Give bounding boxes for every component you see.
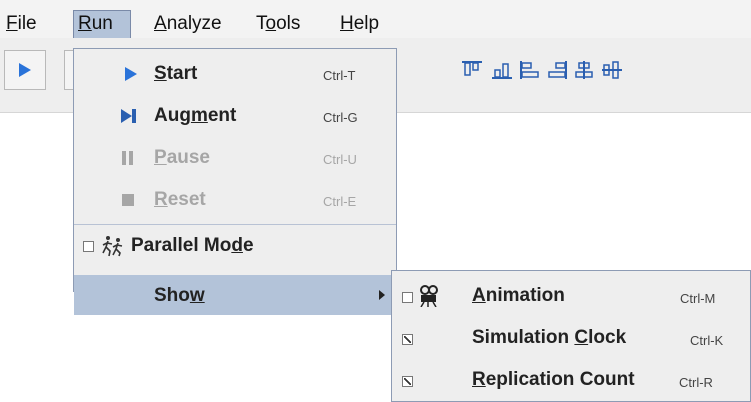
- menu-separator: [74, 224, 396, 225]
- shortcut-label: Ctrl-U: [323, 152, 357, 167]
- stop-icon: [122, 194, 134, 206]
- parallel-mode-checkbox[interactable]: [83, 241, 94, 252]
- align-left-icon[interactable]: [519, 60, 541, 80]
- projector-icon: [420, 285, 438, 307]
- align-center-vertical-icon[interactable]: [601, 60, 623, 80]
- runner-icon: [102, 236, 123, 257]
- menu-file[interactable]: File: [2, 10, 41, 38]
- shortcut-label: Ctrl-T: [323, 68, 356, 83]
- menu-item-augment[interactable]: Augment Ctrl-G: [74, 97, 396, 135]
- menu-item-animation[interactable]: Animation Ctrl-M: [392, 277, 750, 315]
- step-forward-icon: [121, 109, 136, 123]
- menu-item-replication-count[interactable]: Replication Count Ctrl-R: [392, 361, 750, 399]
- menu-item-reset[interactable]: Reset Ctrl-E: [74, 181, 396, 219]
- run-menu: Start Ctrl-T Augment Ctrl-G Pause Ctrl-U…: [73, 48, 397, 315]
- align-center-horizontal-icon[interactable]: [573, 60, 595, 80]
- align-top-icon[interactable]: [461, 60, 483, 80]
- menu-item-simulation-clock[interactable]: Simulation Clock Ctrl-K: [392, 319, 750, 357]
- menu-help[interactable]: Help: [336, 10, 383, 38]
- run-toolbar-button[interactable]: [4, 50, 46, 90]
- align-bottom-icon[interactable]: [491, 60, 513, 80]
- pause-icon: [122, 151, 133, 165]
- menu-item-show[interactable]: Show: [74, 275, 396, 315]
- shortcut-label: Ctrl-K: [690, 333, 724, 348]
- shortcut-label: Ctrl-R: [679, 375, 713, 390]
- show-submenu: Animation Ctrl-M Simulation Clock Ctrl-K…: [391, 270, 751, 402]
- shortcut-label: Ctrl-G: [323, 110, 358, 125]
- shortcut-label: Ctrl-M: [680, 291, 716, 306]
- menu-run[interactable]: Run: [73, 10, 131, 38]
- menu-tools[interactable]: Tools: [252, 10, 304, 38]
- shortcut-label: Ctrl-E: [323, 194, 357, 209]
- submenu-arrow-icon: [379, 290, 385, 300]
- menu-analyze[interactable]: Analyze: [150, 10, 226, 38]
- align-right-icon[interactable]: [546, 60, 568, 80]
- play-icon: [125, 67, 137, 81]
- simulation-clock-checkbox[interactable]: [402, 334, 413, 345]
- menu-item-parallel-mode[interactable]: Parallel Mode: [74, 227, 396, 265]
- menu-item-start[interactable]: Start Ctrl-T: [74, 55, 396, 93]
- play-icon: [19, 63, 31, 77]
- animation-checkbox[interactable]: [402, 292, 413, 303]
- replication-count-checkbox[interactable]: [402, 376, 413, 387]
- menu-bar: File Run Analyze Tools Help: [0, 0, 751, 38]
- menu-item-pause[interactable]: Pause Ctrl-U: [74, 139, 396, 177]
